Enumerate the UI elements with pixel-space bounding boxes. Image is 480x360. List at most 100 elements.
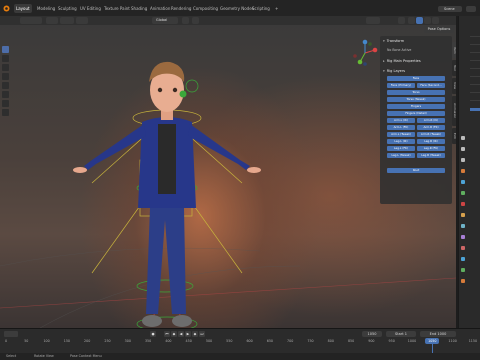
properties-tab-icon[interactable]	[461, 191, 465, 195]
panel-header[interactable]: ▾ Transform	[383, 38, 404, 44]
workspace-tab[interactable]: Shading	[131, 4, 147, 13]
outliner-row[interactable]	[470, 52, 480, 53]
ruler-tick-label: 100	[43, 339, 50, 343]
properties-tab-icon[interactable]	[461, 136, 465, 140]
rig-layer-button[interactable]: Arm.L (IK)	[387, 118, 415, 123]
rig-layer-button[interactable]: Leg.L (IK)	[387, 139, 415, 144]
workspace-tab[interactable]: Sculpting	[58, 4, 77, 13]
rig-layer-button[interactable]: Face (Second...	[417, 83, 445, 88]
record-icon[interactable]: ●	[150, 331, 156, 337]
rig-layer-button[interactable]: Face (Primary)	[387, 83, 415, 88]
end-frame-field[interactable]: End 1000	[420, 331, 456, 337]
status-rotate-view: Rotate View	[34, 354, 54, 358]
start-label: Start	[395, 332, 404, 336]
rig-layer-button[interactable]: Torso	[387, 90, 445, 95]
outliner-row[interactable]	[470, 100, 480, 101]
ruler-tick-label: 350	[144, 339, 152, 343]
rig-layer-button[interactable]: Arm.R (IK)	[417, 118, 445, 123]
rig-layer-button[interactable]: Leg.L (FK)	[387, 146, 415, 151]
sidebar-tab[interactable]: Edit	[452, 128, 456, 144]
rig-layer-button[interactable]: Arm.L (Tweak)	[387, 132, 415, 137]
play-reverse-icon[interactable]: ◀	[178, 331, 184, 337]
character-model[interactable]	[62, 38, 272, 328]
jump-end-icon[interactable]: ⏭	[199, 331, 205, 337]
timeline-editor: ● ⏮ ◆ ◀ ▶ ◆ ⏭ 1050 Start 1 End 1000 0 50 1…	[0, 328, 480, 360]
rig-layer-button[interactable]: Torso (Tweak)	[387, 97, 445, 102]
properties-tab-icon[interactable]	[461, 169, 465, 173]
properties-editor-strip	[458, 16, 480, 328]
ruler-tick-label: 400	[165, 339, 172, 343]
workspace-tab[interactable]: Modeling	[37, 4, 55, 13]
rig-layer-button[interactable]: Arm.R (FK)	[417, 125, 445, 130]
ruler-tick-label: 300	[124, 339, 131, 343]
properties-tab-icon[interactable]	[461, 202, 465, 206]
ruler-tick-label: 800	[327, 339, 334, 343]
current-frame-field[interactable]: 1050	[362, 331, 382, 337]
outliner-row[interactable]	[470, 68, 480, 69]
jump-start-icon[interactable]: ⏮	[164, 331, 170, 337]
sidebar-tab[interactable]: Item	[452, 42, 456, 58]
chevron-icon: ▾	[383, 39, 385, 43]
rig-layer-button[interactable]: Leg.L (Tweak)	[387, 153, 415, 158]
properties-tab-icon[interactable]	[461, 257, 465, 261]
sidebar-tab[interactable]: Tool	[452, 60, 456, 76]
properties-tab-icon[interactable]	[461, 246, 465, 250]
outliner-row[interactable]	[470, 44, 480, 45]
properties-tab-icon[interactable]	[461, 147, 465, 151]
workspace-tab[interactable]: Compositing	[193, 4, 218, 13]
properties-tab-icon[interactable]	[461, 279, 465, 283]
ruler-tick-label: 150	[63, 339, 71, 343]
properties-tab-icon[interactable]	[461, 268, 465, 272]
ruler-tick-label: 550	[226, 339, 233, 343]
outliner-selected-row[interactable]	[470, 108, 480, 111]
rig-layer-button[interactable]: Leg.R (IK)	[417, 139, 445, 144]
panel-header[interactable]: ▾ Rig Layers	[383, 68, 405, 74]
ruler-tick-label: 600	[246, 339, 253, 343]
sidebar-tab[interactable]: View	[452, 78, 456, 94]
sidebar-tab[interactable]: Animation	[452, 96, 456, 126]
properties-tab-icon[interactable]	[461, 224, 465, 228]
ruler-tick-label: 900	[368, 339, 375, 343]
no-bone-active-text: No Bone Active	[387, 48, 412, 52]
rig-layer-button[interactable]: Arm.R (Tweak)	[417, 132, 445, 137]
status-context-menu: Pose Context Menu	[70, 354, 102, 358]
properties-tab-icon[interactable]	[461, 235, 465, 239]
next-keyframe-icon[interactable]: ◆	[192, 331, 198, 337]
workspace-tab[interactable]: Rendering	[171, 4, 191, 13]
workspace-tab[interactable]: Geometry Nodes	[220, 4, 254, 13]
ruler-tick-label: 50	[24, 339, 29, 343]
workspace-tab[interactable]: Texture Paint	[104, 4, 130, 13]
outliner-row[interactable]	[470, 84, 480, 85]
workspace-tab[interactable]: Scripting	[252, 4, 270, 13]
view-layer-icon[interactable]	[466, 6, 476, 12]
outliner-row[interactable]	[470, 60, 480, 61]
panel-header[interactable]: ▸ Rig Main Properties	[383, 58, 421, 64]
outliner-row[interactable]	[470, 76, 480, 77]
start-frame-field[interactable]: Start 1	[386, 331, 416, 337]
properties-tab-icon[interactable]	[461, 158, 465, 162]
outliner-row[interactable]	[470, 92, 480, 93]
workspace-tab[interactable]: +	[275, 4, 278, 13]
blender-logo-icon[interactable]	[2, 4, 10, 12]
scene-selector[interactable]: Scene	[438, 6, 462, 12]
rig-layer-button[interactable]: Face	[387, 76, 445, 81]
outliner-row[interactable]	[470, 36, 480, 37]
3d-viewport[interactable]: Global Pose Options ▾ Transform No Bone …	[0, 16, 456, 328]
rig-layer-button[interactable]: Fingers	[387, 104, 445, 109]
sidebar-n-panel: ▾ Transform No Bone Active ▸ Rig Main Proper…	[380, 36, 452, 204]
rig-layer-button[interactable]: Fingers (Detail)	[387, 111, 445, 116]
properties-tab-icon[interactable]	[461, 180, 465, 184]
rig-layer-button[interactable]: Leg.R (FK)	[417, 146, 445, 151]
rig-layer-button[interactable]: Leg.R (Tweak)	[417, 153, 445, 158]
rig-layer-button[interactable]: Root	[387, 168, 445, 173]
rig-layer-button[interactable]: Arm.L (FK)	[387, 125, 415, 130]
workspace-tab[interactable]: Animation	[150, 4, 170, 13]
panel-header-label: Rig Layers	[386, 69, 406, 73]
play-icon[interactable]: ▶	[185, 331, 191, 337]
playback-menu[interactable]	[4, 331, 18, 337]
timeline-ruler[interactable]: 0 50 100 150 200 250 300 350 400 450 500 550 600 650 7…	[0, 339, 480, 345]
properties-tab-icon[interactable]	[461, 213, 465, 217]
workspace-tab[interactable]: Layout	[14, 4, 32, 13]
workspace-tab[interactable]: UV Editing	[80, 4, 101, 13]
prev-keyframe-icon[interactable]: ◆	[171, 331, 177, 337]
